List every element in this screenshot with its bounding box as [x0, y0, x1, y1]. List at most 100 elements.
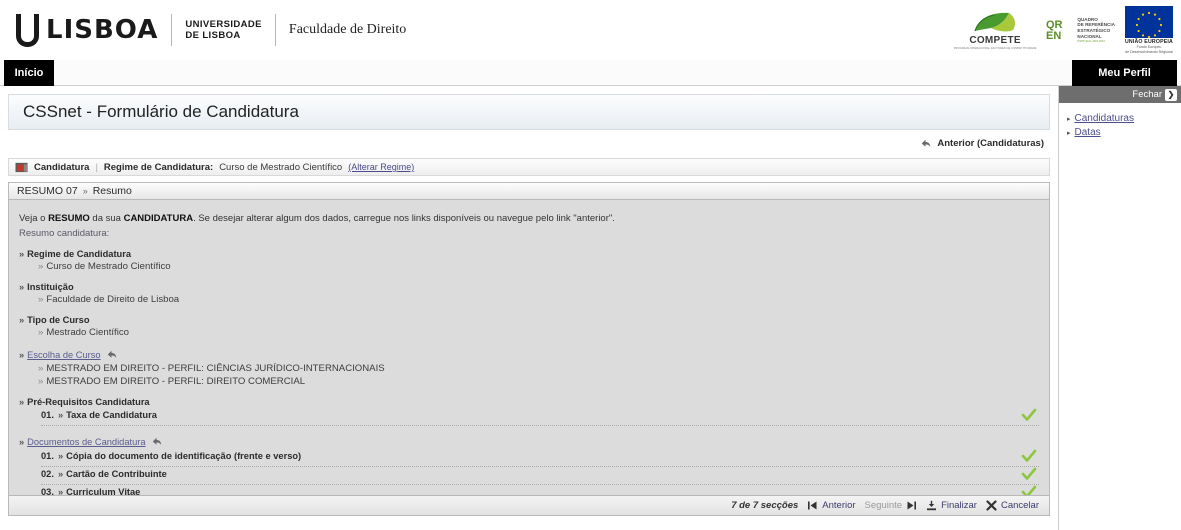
compete-name: COMPETE — [969, 34, 1021, 46]
compete-logo: COMPETE PROGRAMA OPERACIONAL FACTORES DE… — [954, 11, 1037, 50]
alterar-regime-link[interactable]: (Alterar Regime) — [348, 162, 414, 172]
finalizar-label: Finalizar — [941, 500, 977, 511]
anterior-label: Anterior — [822, 500, 856, 511]
documento-row[interactable]: 02. » Cartão de Contribuinte — [19, 467, 1039, 485]
intro-post: . Se desejar alterar algum dos dados, ca… — [193, 213, 615, 224]
escolha-curso-item-2: » MESTRADO EM DIREITO - PERFIL: DIREITO C… — [19, 376, 1039, 387]
prerequisito-row[interactable]: 01. » Taxa de Candidatura — [19, 408, 1039, 426]
section-instituicao-label: Instituição — [27, 282, 74, 292]
qren-footer: PORTUGAL 2007-2013 — [1077, 40, 1105, 44]
section-documentos-title: » Documentos de Candidatura — [19, 435, 1039, 448]
section-prerequisitos-title: » Pré-Requisitos Candidatura — [19, 397, 1039, 407]
sidebar-item-candidaturas[interactable]: ▸ Candidaturas — [1067, 113, 1181, 124]
eu-line-2: de Desenvolvimento Regional — [1125, 49, 1173, 54]
panel-header: RESUMO 07 » Resumo — [9, 183, 1049, 200]
section-tipo-curso-item-label: Mestrado Científico — [46, 327, 129, 338]
section-tipo-curso-item: » Mestrado Científico — [19, 327, 1039, 338]
documento-row-text: Cópia do documento de identificação (fre… — [66, 451, 302, 461]
sidebar-item-datas[interactable]: ▸ Datas — [1067, 127, 1181, 138]
divider-1 — [171, 14, 173, 46]
candidatura-folder-icon — [15, 162, 28, 173]
branding-left: LISBOA UNIVERSIDADE DE LISBOA Faculdade … — [0, 13, 406, 47]
qren-wrap: QR EN QUADRO DE REFERÊNCIA ESTRATÉGICO N… — [1046, 17, 1115, 43]
bullet-icon: » — [38, 363, 44, 374]
sidebar-item-datas-label: Datas — [1074, 127, 1101, 138]
section-name: Resumo — [92, 185, 132, 197]
section-instituicao-item-label: Faculdade de Direito de Lisboa — [46, 294, 180, 305]
qren-mark-icon: QR EN — [1046, 19, 1063, 42]
bullet-icon: » — [38, 294, 44, 305]
breadcrumb-regime-label: Regime de Candidatura: — [103, 161, 214, 173]
last-page-icon — [907, 501, 917, 510]
svg-text:EN: EN — [1046, 30, 1061, 42]
prerequisito-row-text: Taxa de Candidatura — [66, 410, 157, 420]
bullet-icon: » — [38, 261, 44, 272]
close-x-icon — [986, 500, 997, 511]
branding-bar: LISBOA UNIVERSIDADE DE LISBOA Faculdade … — [0, 0, 1181, 60]
edit-undo-arrow-icon[interactable] — [150, 435, 163, 448]
page-layout: CSSnet - Formulário de Candidatura Anter… — [0, 86, 1181, 530]
edit-undo-arrow-icon[interactable] — [105, 348, 118, 361]
main-column: CSSnet - Formulário de Candidatura Anter… — [0, 86, 1058, 530]
sidebar-close-bar[interactable]: Fechar ❯ — [1059, 86, 1181, 103]
compete-bird-icon — [974, 12, 1016, 31]
documento-row-text: Cartão de Contribuinte — [66, 469, 167, 479]
intro-bold-candidatura: CANDIDATURA — [123, 213, 194, 224]
navigation-bar: Início Meu Perfil — [0, 60, 1181, 86]
section-documentos: » Documentos de Candidatura 01. » Cópia … — [19, 435, 1039, 495]
qren-line-4: NACIONAL — [1077, 33, 1102, 39]
qren-line-3: ESTRATÉGICO — [1077, 28, 1111, 33]
intro-subtitle: Resumo candidatura: — [19, 228, 110, 239]
escolha-curso-link[interactable]: Escolha de Curso — [27, 350, 100, 360]
documento-row-text: Curriculum Vitae — [66, 487, 141, 495]
panel-footer: 7 de 7 secções Anterior Seguinte Finaliz… — [9, 495, 1049, 515]
section-regime-label: Regime de Candidatura — [27, 249, 132, 259]
check-icon — [1021, 467, 1037, 480]
section-instituicao-title: » Instituição — [19, 282, 1039, 292]
nav-item-meu-perfil[interactable]: Meu Perfil — [1072, 60, 1177, 86]
chevron-double-icon: » — [19, 349, 24, 360]
documento-row-number: 03. — [41, 487, 54, 495]
section-tipo-curso-label: Tipo de Curso — [27, 315, 90, 325]
eu-logo: UNIÃO EUROPEIA Fundo Europeu de Desenvol… — [1125, 6, 1173, 54]
funding-logos: COMPETE PROGRAMA OPERACIONAL FACTORES DE… — [954, 0, 1173, 60]
sidebar-item-candidaturas-label: Candidaturas — [1074, 113, 1134, 124]
section-regime-item-label: Curso de Mestrado Científico — [46, 261, 171, 272]
seguinte-button: Seguinte — [865, 500, 918, 511]
seguinte-label: Seguinte — [864, 500, 903, 511]
universidade-line-1: UNIVERSIDADE — [185, 19, 262, 30]
divider-2 — [274, 14, 276, 46]
section-prerequisitos: » Pré-Requisitos Candidatura 01. » Taxa … — [19, 397, 1039, 426]
resumo-panel: RESUMO 07 » Resumo Veja o RESUMO da sua … — [8, 182, 1050, 516]
documento-row[interactable]: 03. » Curriculum Vitae — [19, 485, 1039, 495]
sidebar-list: ▸ Candidaturas ▸ Datas — [1059, 103, 1181, 138]
intro-bold-resumo: RESUMO — [48, 213, 90, 224]
eu-flag-icon — [1124, 6, 1173, 39]
documento-row[interactable]: 01. » Cópia do documento de identificaçã… — [19, 449, 1039, 467]
section-escolha-curso: » Escolha de Curso » MESTRADO EM DIREITO … — [19, 348, 1039, 388]
documento-row-label: 02. » Cartão de Contribuinte — [41, 469, 1039, 479]
back-to-candidaturas-link[interactable]: Anterior (Candidaturas) — [919, 137, 1044, 150]
breadcrumb-candidatura: Candidatura — [34, 161, 90, 173]
finalizar-button[interactable]: Finalizar — [926, 500, 977, 511]
check-icon — [1021, 408, 1037, 421]
dotted-leader — [41, 466, 1039, 467]
section-instituicao: » Instituição » Faculdade de Direito de L… — [19, 282, 1039, 305]
cancelar-button[interactable]: Cancelar — [986, 500, 1039, 511]
lisboa-wordmark: LISBOA — [46, 15, 159, 45]
prerequisito-row-number: 01. — [41, 410, 54, 420]
chevron-double-icon: » — [57, 487, 63, 495]
section-escolha-curso-title: » Escolha de Curso — [19, 348, 1039, 361]
fechar-label: Fechar — [1132, 89, 1162, 100]
section-tipo-curso-title: » Tipo de Curso — [19, 315, 1039, 325]
bullet-icon: ▸ — [1067, 115, 1071, 123]
u-mark-icon — [16, 13, 39, 47]
chevron-double-icon: » — [19, 249, 24, 259]
chevron-double-icon: » — [19, 315, 24, 325]
documento-row-label: 01. » Cópia do documento de identificaçã… — [41, 451, 1039, 461]
documentos-candidatura-link[interactable]: Documentos de Candidatura — [27, 437, 145, 447]
nav-item-inicio[interactable]: Início — [4, 60, 54, 86]
right-sidebar: Fechar ❯ ▸ Candidaturas ▸ Datas — [1058, 86, 1181, 530]
anterior-button[interactable]: Anterior — [807, 500, 856, 511]
section-instituicao-item: » Faculdade de Direito de Lisboa — [19, 294, 1039, 305]
